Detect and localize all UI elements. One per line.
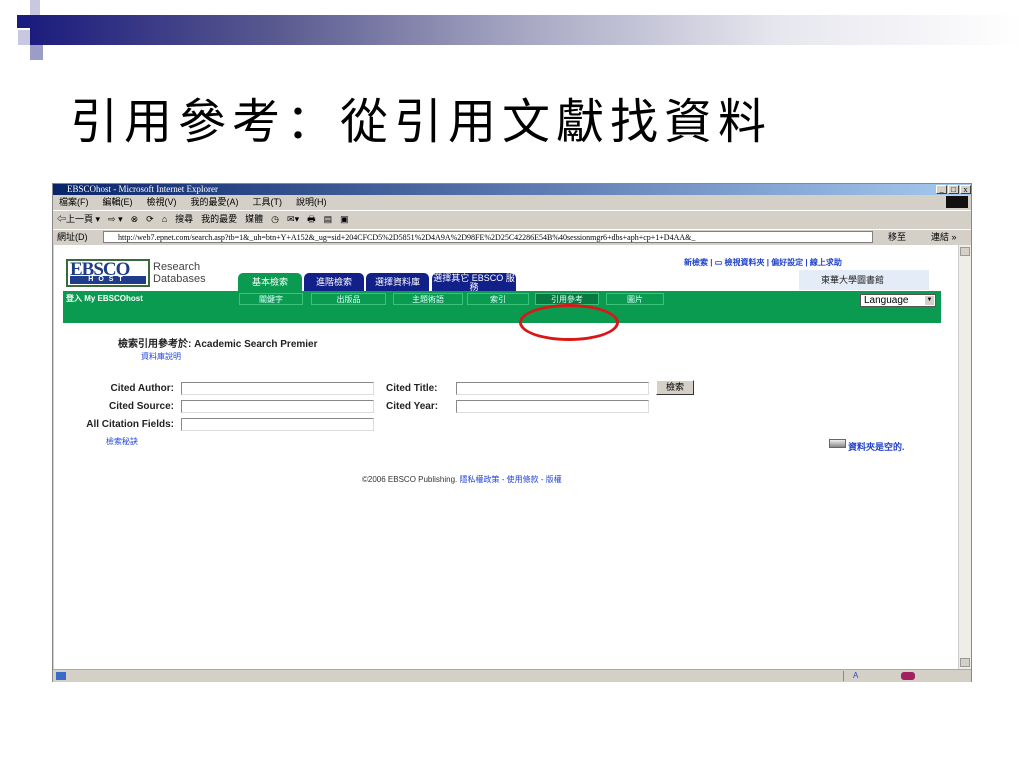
tab-advanced-search[interactable]: 進階檢索 — [304, 273, 364, 291]
search-button[interactable]: 搜尋 — [175, 214, 193, 224]
chevron-down-icon: ▼ — [925, 296, 934, 305]
subtab-keyword[interactable]: 關鍵字 — [239, 293, 303, 305]
media-button[interactable]: 媒體 — [245, 214, 263, 224]
deco-square — [18, 30, 30, 45]
maximize-button[interactable]: □ — [948, 185, 959, 194]
slide-title: 引用參考：從引用文獻找資料 — [70, 94, 773, 150]
discuss-icon[interactable]: ▣ — [340, 214, 349, 224]
menu-edit[interactable]: 編輯(E) — [103, 197, 133, 207]
subtab-index[interactable]: 索引 — [467, 293, 529, 305]
logo-tagline: Research — [153, 261, 201, 273]
search-button[interactable]: 檢索 — [656, 380, 694, 395]
forward-button[interactable]: ⇨ ▾ — [108, 214, 123, 224]
privacy-link[interactable]: 隱私權政策 — [460, 475, 500, 484]
home-icon[interactable]: ⌂ — [162, 214, 167, 224]
menu-bar: 檔案(F) 編輯(E) 檢視(V) 我的最愛(A) 工具(T) 說明(H) — [53, 196, 971, 208]
address-label: 網址(D) — [57, 232, 88, 242]
subtab-subject-terms[interactable]: 主題術語 — [393, 293, 463, 305]
database-help-link[interactable]: 資料庫說明 — [141, 351, 181, 362]
window-title: EBSCOhost - Microsoft Internet Explorer — [67, 184, 218, 194]
ebsco-logo: EBSCO HOST — [66, 259, 150, 287]
mail-icon[interactable]: ✉▾ — [287, 214, 299, 224]
title-bar: EBSCOhost - Microsoft Internet Explorer … — [53, 184, 971, 195]
nav-bar: 登入 My EBSCOhost 關鍵字 出版品 主題術語 索引 引用參考 圖片 … — [63, 291, 941, 323]
new-search-link[interactable]: 新檢索 — [684, 258, 708, 267]
browser-window: EBSCOhost - Microsoft Internet Explorer … — [52, 183, 972, 682]
page-icon — [56, 672, 66, 680]
print-icon[interactable]: 🖶 — [307, 214, 316, 224]
highlight-circle — [519, 304, 619, 341]
go-button[interactable]: 移至 — [888, 230, 906, 244]
cited-title-label: Cited Title: — [386, 383, 438, 394]
deco-square — [17, 15, 30, 28]
menu-tools[interactable]: 工具(T) — [253, 197, 283, 207]
folder-icon — [829, 439, 846, 448]
cited-year-label: Cited Year: — [386, 401, 439, 412]
terms-link[interactable]: 使用條款 — [507, 475, 539, 484]
scroll-up-button[interactable] — [960, 247, 970, 256]
cited-author-input[interactable] — [181, 382, 374, 395]
cited-source-input[interactable] — [181, 400, 374, 413]
scroll-down-button[interactable] — [960, 658, 970, 667]
cited-author-label: Cited Author: — [110, 383, 174, 394]
login-link[interactable]: 登入 My EBSCOhost — [66, 293, 143, 304]
status-bar: A — [53, 669, 971, 682]
copyright-link[interactable]: 版權 — [546, 475, 562, 484]
tab-choose-database[interactable]: 選擇資料庫 — [366, 273, 429, 291]
library-logo: 東華大學圖書館 — [799, 270, 929, 290]
tab-basic-search[interactable]: 基本檢索 — [238, 273, 302, 291]
menu-view[interactable]: 檢視(V) — [147, 197, 177, 207]
top-links: 新檢索 | ▭ 檢視資料夾 | 偏好設定 | 線上求助 — [684, 258, 842, 267]
toolbar: ⇦上一頁 ▾ ⇨ ▾ ⊗ ⟳ ⌂ 搜尋 我的最愛 媒體 ◷ ✉▾ 🖶 ▤ ▣ — [53, 210, 971, 226]
back-button[interactable]: ⇦上一頁 ▾ — [57, 214, 100, 224]
help-link[interactable]: 線上求助 — [810, 258, 842, 267]
logo-tagline: Databases — [153, 273, 206, 285]
title-gradient-bar — [30, 15, 1024, 45]
menu-favorites[interactable]: 我的最愛(A) — [191, 197, 239, 207]
vertical-scrollbar[interactable] — [958, 245, 971, 669]
folder-icon: ▭ — [714, 258, 723, 267]
cited-title-input[interactable] — [456, 382, 649, 395]
all-fields-input[interactable] — [181, 418, 374, 431]
search-heading: 檢索引用參考於: Academic Search Premier — [118, 339, 318, 350]
copyright: ©2006 EBSCO Publishing. — [362, 475, 458, 484]
page-content: EBSCO HOST Research Databases 基本檢索 進階檢索 選… — [54, 245, 958, 669]
deco-square — [30, 0, 40, 15]
edit-icon[interactable]: ▤ — [324, 214, 333, 224]
menu-help[interactable]: 說明(H) — [296, 197, 327, 207]
subtab-publications[interactable]: 出版品 — [311, 293, 386, 305]
subtab-images[interactable]: 圖片 — [606, 293, 664, 305]
folder-status: 資料夾是空的. — [848, 442, 905, 452]
book-icon — [901, 672, 915, 680]
address-bar: 網址(D) http://web7.epnet.com/search.asp?t… — [53, 229, 971, 243]
language-select[interactable]: Language ▼ — [860, 294, 936, 307]
tab-other-services[interactable]: 選擇其它 EBSCO 服務 — [432, 273, 516, 292]
windows-logo-icon — [946, 196, 968, 208]
close-button[interactable]: x — [960, 185, 971, 194]
links-button[interactable]: 連結 » — [931, 230, 957, 244]
footer: ©2006 EBSCO Publishing. 隱私權政策 - 使用條款 - 版… — [362, 475, 562, 484]
url-input[interactable]: http://web7.epnet.com/search.asp?tb=1&_u… — [103, 231, 873, 243]
all-fields-label: All Citation Fields: — [86, 419, 174, 430]
refresh-icon[interactable]: ⟳ — [146, 214, 154, 224]
history-icon[interactable]: ◷ — [271, 214, 279, 224]
cited-source-label: Cited Source: — [108, 401, 174, 412]
stop-icon[interactable]: ⊗ — [131, 214, 139, 224]
search-tips-link[interactable]: 檢索秘訣 — [106, 436, 138, 447]
minimize-button[interactable]: _ — [936, 185, 947, 194]
menu-file[interactable]: 檔案(F) — [59, 197, 89, 207]
ime-icon: A — [853, 671, 859, 680]
cited-year-input[interactable] — [456, 400, 649, 413]
view-folder-link[interactable]: 檢視資料夾 — [724, 258, 764, 267]
favorites-button[interactable]: 我的最愛 — [201, 214, 237, 224]
preferences-link[interactable]: 偏好設定 — [771, 258, 803, 267]
